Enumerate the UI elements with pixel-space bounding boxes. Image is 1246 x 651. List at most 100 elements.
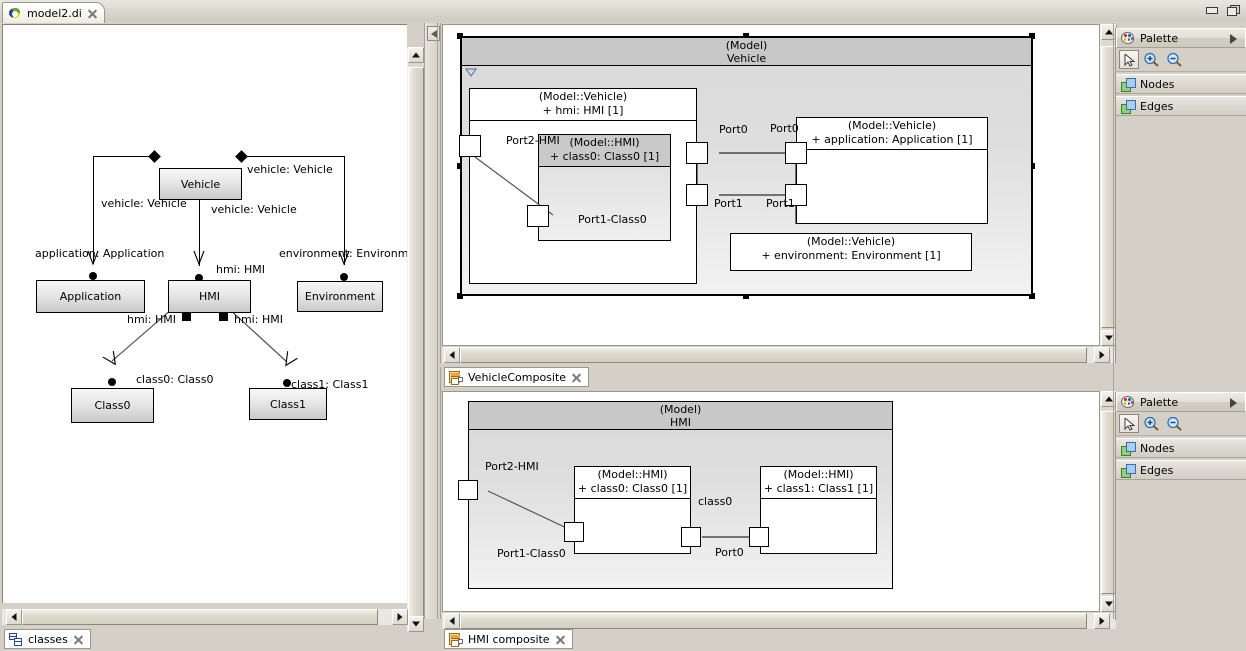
editor-tab-strip: model2.di (0, 0, 425, 24)
part-environment[interactable]: (Model::Vehicle) + environment: Environm… (730, 233, 972, 271)
scroll-left-button[interactable] (6, 609, 22, 625)
port-port0-application[interactable] (785, 142, 807, 164)
port-port0-class0[interactable] (681, 527, 701, 547)
chevron-right-icon[interactable] (1230, 34, 1237, 44)
class-diagram-canvas[interactable]: Vehicle Application HMI Environment Clas… (2, 24, 407, 603)
left-canvas-hscrollbar[interactable] (2, 609, 408, 625)
palette-drawer-nodes[interactable]: Nodes (1116, 438, 1246, 458)
scroll-down-button[interactable] (408, 616, 424, 632)
port-label: Port1 (766, 197, 795, 210)
select-tool[interactable] (1119, 50, 1139, 69)
part-header-line1: (Model::Vehicle) (806, 235, 896, 248)
frame-name: Vehicle (726, 52, 767, 65)
palette-drawer-edges[interactable]: Edges (1116, 460, 1246, 480)
chevron-right-icon[interactable] (1230, 398, 1237, 408)
vehicle-composite-canvas[interactable]: (Model) Vehicle (Model::Vehicle) + hmi: … (442, 24, 1100, 346)
vehicle-canvas-hscrollbar[interactable] (442, 347, 1116, 363)
zoom-in-tool[interactable] (1142, 50, 1162, 69)
editor-area-sash[interactable] (437, 23, 438, 619)
palette-toolbar (1116, 412, 1246, 436)
close-icon[interactable] (555, 634, 566, 645)
cursor-icon (1124, 418, 1136, 431)
editor-tab-label: model2.di (27, 6, 82, 20)
scroll-left-button[interactable] (444, 347, 460, 363)
select-tool[interactable] (1119, 414, 1139, 433)
close-icon[interactable] (73, 634, 84, 645)
port-port0-class1[interactable] (749, 527, 769, 547)
port-port1-class0[interactable] (564, 522, 584, 542)
scroll-left-button[interactable] (444, 613, 460, 629)
emf-diagram-icon (8, 6, 22, 20)
minimize-button[interactable] (1205, 3, 1218, 15)
palette-header[interactable]: Palette (1116, 28, 1246, 48)
palette-toolbar (1116, 48, 1246, 72)
frame-title: (Model) HMI (469, 402, 892, 430)
port-port1-hmi[interactable] (686, 184, 708, 206)
class-node-class1[interactable]: Class1 (249, 388, 327, 420)
edges-icon (1121, 99, 1136, 114)
zoom-out-tool[interactable] (1165, 50, 1185, 69)
class-node-class0[interactable]: Class0 (71, 388, 154, 423)
palette-drawer-edges[interactable]: Edges (1116, 96, 1246, 116)
frame-stereotype: (Model) (725, 39, 768, 52)
view-tab-vehicle-composite[interactable]: VehicleComposite (444, 367, 590, 387)
zoom-in-icon (1144, 416, 1159, 431)
class-node-hmi[interactable]: HMI (168, 280, 251, 313)
endpoint-dot-environment (340, 273, 348, 281)
port-port0-hmi[interactable] (686, 142, 708, 164)
part-class0[interactable]: (Model::HMI) + class0: Class0 [1] (574, 466, 691, 554)
palette-drawer-nodes[interactable]: Nodes (1116, 74, 1246, 94)
restore-button[interactable] (1227, 3, 1240, 16)
view-tab-classes[interactable]: classes (4, 629, 91, 649)
hmi-composite-canvas[interactable]: (Model) HMI (Model::HMI) + class0: Class… (442, 391, 1100, 612)
endpoint-dot-class1 (283, 379, 291, 387)
class-node-application[interactable]: Application (36, 280, 145, 313)
scroll-thumb[interactable] (460, 347, 1087, 363)
zoom-in-tool[interactable] (1142, 414, 1162, 433)
scroll-right-button[interactable] (1094, 613, 1110, 629)
collapse-left-panel-button[interactable] (427, 26, 440, 41)
collapse-triangle-icon[interactable] (465, 68, 477, 78)
editor-tab-model2[interactable]: model2.di (2, 2, 105, 23)
edge-label: class1: Class1 (291, 378, 369, 391)
port-port2-hmi[interactable] (459, 135, 481, 157)
close-icon[interactable] (571, 372, 582, 383)
part-header: (Model::Vehicle) + environment: Environm… (731, 234, 971, 265)
port-label: Port0 (719, 123, 748, 136)
zoom-in-icon (1144, 52, 1159, 67)
composition-diamond-environment (235, 150, 248, 163)
class-node-environment[interactable]: Environment (297, 281, 383, 312)
part-header-line2: + class0: Class0 [1] (577, 482, 688, 495)
port-port1-class0[interactable] (527, 205, 549, 227)
frame-name: HMI (669, 416, 691, 429)
palette-sash[interactable] (1113, 23, 1114, 619)
part-application[interactable]: (Model::Vehicle) + application: Applicat… (796, 117, 988, 224)
left-canvas-vscrollbar[interactable] (407, 47, 424, 632)
nodes-icon (1121, 441, 1136, 456)
port-label: Port2-HMI (506, 134, 560, 147)
part-class1[interactable]: (Model::HMI) + class1: Class1 [1] (760, 466, 877, 554)
scroll-up-button[interactable] (408, 47, 424, 63)
composite-structure-icon (449, 632, 463, 647)
port-port2-hmi[interactable] (458, 480, 478, 500)
port-label: Port0 (715, 546, 744, 559)
endpoint-dot-application (89, 272, 97, 280)
scroll-right-button[interactable] (1094, 347, 1110, 363)
part-header: (Model::Vehicle) + hmi: HMI [1] (470, 89, 696, 121)
scroll-thumb[interactable] (22, 609, 378, 625)
scroll-thumb[interactable] (460, 613, 1087, 629)
palette-icon (1121, 31, 1135, 45)
class-node-label: Vehicle (180, 177, 221, 191)
palette-header[interactable]: Palette (1116, 392, 1246, 412)
class-node-vehicle[interactable]: Vehicle (159, 168, 242, 200)
endpoint-dot-class0 (108, 378, 116, 386)
part-header-line1: (Model::HMI) (569, 136, 640, 149)
zoom-out-tool[interactable] (1165, 414, 1185, 433)
view-tab-hmi-composite[interactable]: HMI composite (444, 629, 573, 649)
editor-sash[interactable] (440, 363, 1116, 367)
scroll-thumb[interactable] (408, 67, 424, 632)
scroll-right-button[interactable] (392, 609, 408, 625)
composition-diamond-application (148, 150, 161, 163)
close-icon[interactable] (87, 8, 98, 19)
hmi-canvas-hscrollbar[interactable] (442, 613, 1116, 629)
